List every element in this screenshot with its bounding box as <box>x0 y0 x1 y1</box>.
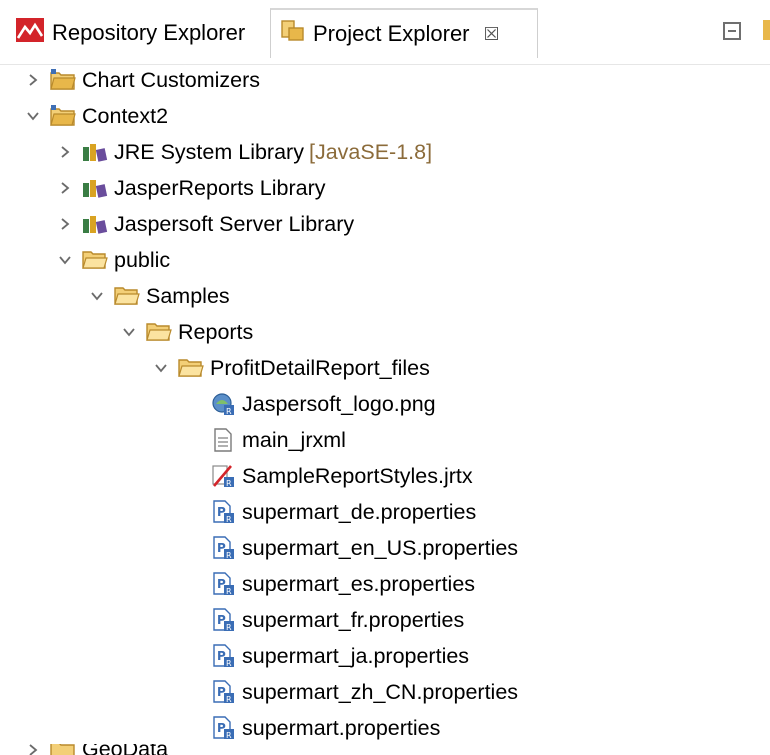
tree-item-public[interactable]: public <box>54 242 170 278</box>
tree-item-label: ProfitDetailReport_files <box>210 355 430 380</box>
project-explorer-icon <box>281 19 305 49</box>
tree-item-label: main_jrxml <box>242 427 346 452</box>
tree-item-context2[interactable]: Context2 <box>22 98 168 134</box>
folder-open-icon <box>178 355 204 381</box>
tab-project-explorer[interactable]: Project Explorer ☒ <box>270 8 538 58</box>
svg-text:R: R <box>226 551 232 560</box>
tree-item-label: Context2 <box>82 103 169 128</box>
folder-open-icon <box>82 247 108 273</box>
tree-item-file[interactable]: R SampleReportStyles.jrtx <box>182 458 473 494</box>
svg-text:R: R <box>226 407 232 416</box>
tree-item-reports[interactable]: Reports <box>118 314 253 350</box>
properties-file-icon: PR <box>210 643 236 669</box>
tree-item-label: Jaspersoft_logo.png <box>242 391 436 416</box>
tree-item-label: public <box>114 247 171 272</box>
chevron-right-icon[interactable] <box>54 170 76 206</box>
library-icon <box>82 175 108 201</box>
library-icon <box>82 211 108 237</box>
jre-version-decoration: [JavaSE-1.8] <box>308 139 433 164</box>
tree-item-file[interactable]: PR supermart_de.properties <box>182 494 476 530</box>
project-folder-icon <box>50 103 76 129</box>
chevron-right-icon[interactable] <box>54 134 76 170</box>
tree-item-chart-customizers[interactable]: Chart Customizers <box>22 62 260 98</box>
tree-item-label: supermart_fr.properties <box>242 607 465 632</box>
tab-repository-explorer[interactable]: Repository Explorer <box>8 8 266 58</box>
project-folder-icon <box>50 67 76 93</box>
properties-file-icon: PR <box>210 571 236 597</box>
chevron-down-icon[interactable] <box>150 350 172 386</box>
tree-item-file[interactable]: R Jaspersoft_logo.png <box>182 386 436 422</box>
tree-item-label: JasperReports Library <box>114 175 326 200</box>
tree-item-file[interactable]: PR supermart_ja.properties <box>182 638 469 674</box>
tree-item-label: supermart_ja.properties <box>242 643 470 668</box>
tree-item-label: supermart_zh_CN.properties <box>242 679 519 704</box>
svg-text:R: R <box>226 731 232 740</box>
project-folder-icon <box>50 744 76 755</box>
library-icon <box>82 139 108 165</box>
image-resource-icon: R <box>210 391 236 417</box>
tree-item-label: JRE System Library <box>114 139 304 164</box>
tree-item-label: GeoData <box>82 744 168 755</box>
tree-item-label: SampleReportStyles.jrtx <box>242 463 473 488</box>
tree-item-file[interactable]: PR supermart_zh_CN.properties <box>182 674 518 710</box>
tree-item-next-project[interactable]: GeoData <box>22 744 168 755</box>
tree-item-label: supermart.properties <box>242 715 441 740</box>
chevron-down-icon[interactable] <box>86 278 108 314</box>
tree-item-file[interactable]: PR supermart.properties <box>182 710 440 746</box>
text-file-icon <box>210 427 236 453</box>
properties-file-icon: PR <box>210 499 236 525</box>
chevron-down-icon[interactable] <box>54 242 76 278</box>
tree-item-samples[interactable]: Samples <box>86 278 230 314</box>
tree-item-label: Jaspersoft Server Library <box>114 211 355 236</box>
chevron-down-icon[interactable] <box>22 98 44 134</box>
tree-item-file[interactable]: PR supermart_es.properties <box>182 566 475 602</box>
tree-item-jasperreports-library[interactable]: JasperReports Library <box>54 170 326 206</box>
close-icon[interactable]: ☒ <box>484 24 500 45</box>
tree-item-jaspersoft-server-library[interactable]: Jaspersoft Server Library <box>54 206 354 242</box>
style-template-icon: R <box>210 463 236 489</box>
svg-text:R: R <box>226 659 232 668</box>
folder-open-icon <box>146 319 172 345</box>
svg-text:R: R <box>226 623 232 632</box>
tree-item-label: supermart_es.properties <box>242 571 476 596</box>
properties-file-icon: PR <box>210 607 236 633</box>
tree-item-file[interactable]: PR supermart_fr.properties <box>182 602 464 638</box>
chevron-right-icon[interactable] <box>22 744 44 755</box>
properties-file-icon: PR <box>210 715 236 741</box>
svg-text:R: R <box>226 695 232 704</box>
view-tab-bar: Repository Explorer Project Explorer ☒ <box>0 0 770 65</box>
properties-file-icon: PR <box>210 535 236 561</box>
chevron-down-icon[interactable] <box>118 314 140 350</box>
chevron-right-icon[interactable] <box>22 62 44 98</box>
tab-label: Repository Explorer <box>52 20 246 45</box>
properties-file-icon: PR <box>210 679 236 705</box>
svg-text:R: R <box>226 587 232 596</box>
svg-text:R: R <box>226 479 232 488</box>
tree-item-label: supermart_de.properties <box>242 499 477 524</box>
minimize-icon[interactable] <box>723 22 741 40</box>
svg-text:R: R <box>226 515 232 524</box>
view-menu-icon[interactable] <box>763 20 770 40</box>
tree-item-label: Reports <box>178 319 254 344</box>
tree-item-label: Samples <box>146 283 230 308</box>
tree-item-label: Chart Customizers <box>82 67 261 92</box>
folder-open-icon <box>114 283 140 309</box>
tree-item-file[interactable]: main_jrxml <box>182 422 346 458</box>
repository-explorer-icon <box>16 18 44 48</box>
chevron-right-icon[interactable] <box>54 206 76 242</box>
tree-item-label: supermart_en_US.properties <box>242 535 519 560</box>
tree-item-jre-system-library[interactable]: JRE System Library [JavaSE-1.8] <box>54 134 432 170</box>
tree-item-profitdetailreport-files[interactable]: ProfitDetailReport_files <box>150 350 430 386</box>
tree-item-file[interactable]: PR supermart_en_US.properties <box>182 530 518 566</box>
tab-label: Project Explorer <box>313 21 470 46</box>
